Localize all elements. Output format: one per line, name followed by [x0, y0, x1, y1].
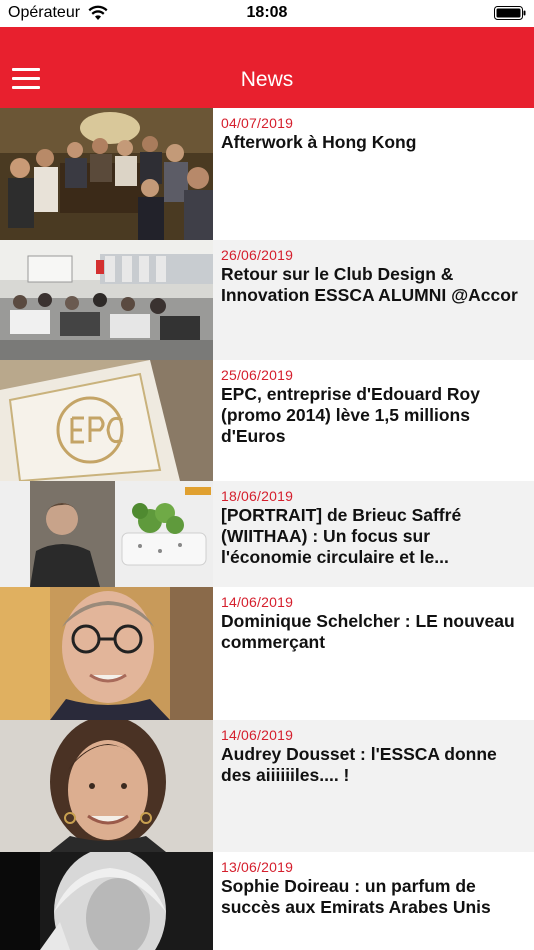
- nav-bar: News: [0, 27, 534, 108]
- news-thumbnail: [0, 108, 213, 240]
- news-date: 14/06/2019: [221, 594, 294, 610]
- status-bar: Opérateur 18:08: [0, 0, 534, 27]
- news-thumbnail: [0, 481, 213, 587]
- news-item[interactable]: 04/07/2019 Afterwork à Hong Kong: [0, 108, 534, 240]
- clock: 18:08: [246, 4, 288, 21]
- news-title: Sophie Doireau : un parfum de succès aux…: [221, 876, 491, 917]
- news-title: EPC, entreprise d'Edouard Roy (promo 201…: [221, 384, 480, 446]
- news-date: 18/06/2019: [221, 488, 294, 504]
- news-date: 13/06/2019: [221, 859, 294, 875]
- news-thumbnail: [0, 240, 213, 360]
- news-title: [PORTRAIT] de Brieuc Saffré (WIITHAA) : …: [221, 505, 462, 567]
- news-item[interactable]: 18/06/2019 [PORTRAIT] de Brieuc Saffré (…: [0, 481, 534, 587]
- battery-icon: [494, 6, 526, 20]
- news-date: 26/06/2019: [221, 247, 294, 263]
- news-date: 14/06/2019: [221, 727, 294, 743]
- news-item[interactable]: 14/06/2019 Dominique Schelcher : LE nouv…: [0, 587, 534, 720]
- news-item[interactable]: 13/06/2019 Sophie Doireau : un parfum de…: [0, 852, 534, 950]
- news-title: Audrey Dousset : l'ESSCA donne des aiiii…: [221, 744, 497, 785]
- news-list: 04/07/2019 Afterwork à Hong Kong 26/06/2…: [0, 108, 534, 950]
- page-title: News: [240, 68, 294, 91]
- news-date: 04/07/2019: [221, 115, 294, 131]
- news-title: Retour sur le Club Design & Innovation E…: [221, 264, 518, 305]
- news-thumbnail: [0, 720, 213, 852]
- news-title: Afterwork à Hong Kong: [221, 132, 417, 152]
- news-item[interactable]: 25/06/2019 EPC, entreprise d'Edouard Roy…: [0, 360, 534, 481]
- news-item[interactable]: 26/06/2019 Retour sur le Club Design & I…: [0, 240, 534, 360]
- news-title: Dominique Schelcher : LE nouveau commerç…: [221, 611, 515, 652]
- news-item[interactable]: 14/06/2019 Audrey Dousset : l'ESSCA donn…: [0, 720, 534, 852]
- news-thumbnail: [0, 360, 213, 481]
- news-thumbnail: [0, 852, 213, 950]
- news-thumbnail: [0, 587, 213, 720]
- news-date: 25/06/2019: [221, 367, 294, 383]
